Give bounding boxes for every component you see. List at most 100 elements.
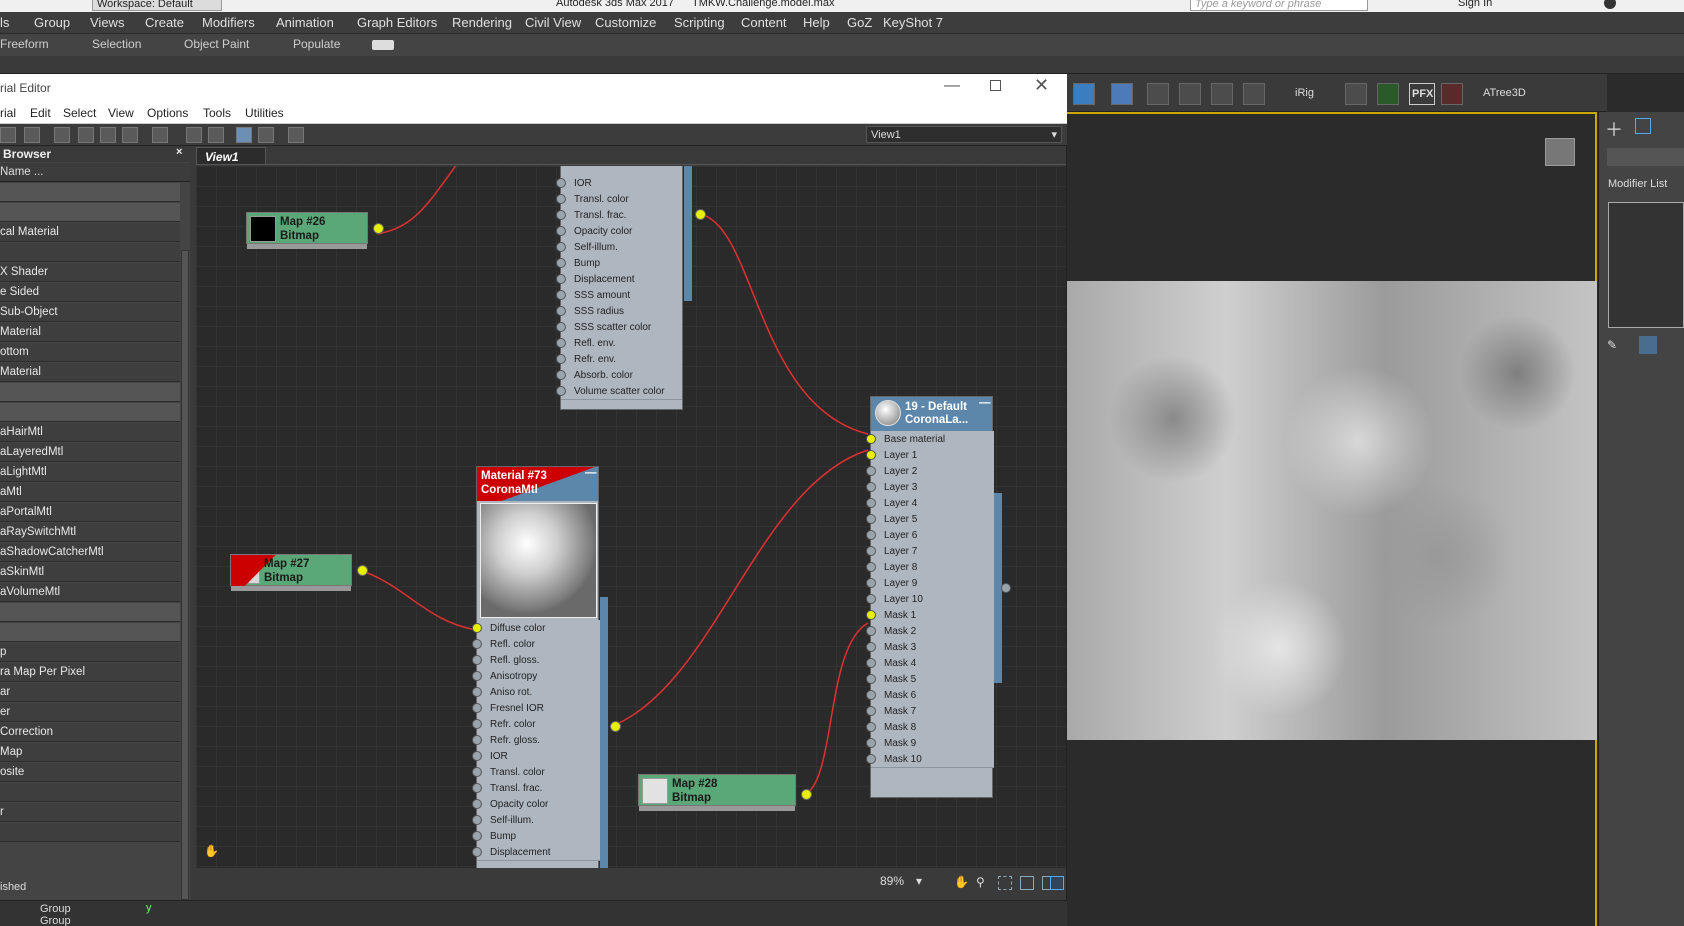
- browser-toggle-icon[interactable]: [236, 127, 252, 143]
- browser-item[interactable]: ra Map Per Pixel: [0, 663, 180, 682]
- node-slot[interactable]: Base material: [866, 431, 994, 448]
- browser-item[interactable]: e Sided: [0, 283, 180, 302]
- browser-scrollbar[interactable]: [181, 250, 189, 900]
- node-slot[interactable]: Layer 2: [866, 463, 994, 480]
- input-socket[interactable]: [556, 306, 566, 316]
- pin-stack-icon[interactable]: ✎: [1607, 338, 1617, 352]
- node-slot[interactable]: Transl. frac.: [472, 780, 600, 797]
- node-slot[interactable]: Bump: [556, 255, 682, 272]
- node-slot[interactable]: Layer 6: [866, 527, 994, 544]
- input-socket[interactable]: [472, 703, 482, 713]
- node-slot[interactable]: IOR: [472, 748, 600, 765]
- download-icon[interactable]: [1073, 83, 1095, 105]
- browser-item[interactable]: p: [0, 643, 180, 662]
- object-name-field[interactable]: [1607, 148, 1684, 166]
- show-map-icon[interactable]: [152, 127, 168, 143]
- input-socket[interactable]: [866, 514, 876, 524]
- browser-item[interactable]: aVolumeMtl: [0, 583, 180, 602]
- input-socket[interactable]: [866, 450, 876, 460]
- input-socket[interactable]: [866, 658, 876, 668]
- editor-menu-item[interactable]: Select: [63, 106, 96, 120]
- node-slot[interactable]: Self-illum.: [556, 239, 682, 256]
- node-slot[interactable]: Layer 8: [866, 559, 994, 576]
- browser-item[interactable]: r: [0, 803, 180, 822]
- sign-in-link[interactable]: Sign In: [1458, 0, 1492, 9]
- node-slot[interactable]: Mask 2: [866, 623, 994, 640]
- editor-menu-item[interactable]: Utilities: [245, 106, 284, 120]
- editor-menu-item[interactable]: rial: [0, 106, 16, 120]
- browser-item[interactable]: Correction: [0, 723, 180, 742]
- editor-menu-item[interactable]: View: [108, 106, 134, 120]
- node-map28[interactable]: Map #28 Bitmap: [638, 774, 812, 811]
- node-slot[interactable]: Transl. color: [472, 764, 600, 781]
- menu-item[interactable]: Modifiers: [202, 15, 255, 30]
- node-slot[interactable]: Transl. color: [556, 191, 682, 208]
- input-socket[interactable]: [866, 530, 876, 540]
- input-socket[interactable]: [556, 210, 566, 220]
- input-socket[interactable]: [866, 738, 876, 748]
- menu-item[interactable]: Rendering: [452, 15, 512, 30]
- input-socket[interactable]: [556, 322, 566, 332]
- pfx-button[interactable]: PFX: [1409, 83, 1435, 105]
- input-socket[interactable]: [556, 178, 566, 188]
- node-slot[interactable]: Opacity color: [472, 796, 600, 813]
- input-socket[interactable]: [472, 719, 482, 729]
- node-slot[interactable]: Layer 7: [866, 543, 994, 560]
- menu-item[interactable]: Civil View: [525, 15, 581, 30]
- node-slot[interactable]: Layer 1: [866, 447, 994, 464]
- schematic-icon[interactable]: [1111, 83, 1133, 105]
- node-map27[interactable]: Map #27 Bitmap: [230, 554, 368, 591]
- input-socket[interactable]: [556, 370, 566, 380]
- browser-group-header[interactable]: [0, 623, 180, 642]
- pan-icon[interactable]: ✋: [204, 844, 219, 858]
- node-slot[interactable]: Absorb. color: [556, 367, 682, 384]
- menu-item[interactable]: Help: [803, 15, 830, 30]
- input-socket[interactable]: [866, 482, 876, 492]
- node-slot[interactable]: Layer 3: [866, 479, 994, 496]
- node-slot[interactable]: Mask 4: [866, 655, 994, 672]
- node-slot[interactable]: Displacement: [556, 271, 682, 288]
- node-slot[interactable]: Mask 1: [866, 607, 994, 624]
- node-slot[interactable]: Bump: [472, 828, 600, 845]
- node-slot[interactable]: Layer 9: [866, 575, 994, 592]
- maximize-icon[interactable]: [990, 80, 1001, 91]
- input-socket[interactable]: [472, 847, 482, 857]
- plugin-icon[interactable]: [1441, 83, 1463, 105]
- browser-item[interactable]: Material: [0, 323, 180, 342]
- move-children-icon[interactable]: [54, 127, 70, 143]
- node-slot[interactable]: Fresnel IOR: [472, 700, 600, 717]
- input-socket[interactable]: [866, 626, 876, 636]
- editor-menu-item[interactable]: Tools: [203, 106, 231, 120]
- teapot-icon[interactable]: [1243, 83, 1265, 105]
- menu-item[interactable]: Views: [90, 15, 124, 30]
- ribbon-tab-populate[interactable]: Populate: [293, 37, 340, 51]
- close-icon[interactable]: ✕: [1034, 75, 1049, 96]
- show-end-result-icon[interactable]: [1639, 336, 1657, 354]
- node-slot[interactable]: Mask 9: [866, 735, 994, 752]
- input-socket[interactable]: [866, 498, 876, 508]
- input-socket[interactable]: [866, 754, 876, 764]
- node-slot[interactable]: Refl. color: [472, 636, 600, 653]
- output-socket[interactable]: [695, 209, 706, 220]
- create-tab-icon[interactable]: ＋: [1605, 116, 1623, 142]
- node-slot[interactable]: Mask 8: [866, 719, 994, 736]
- minimize-icon[interactable]: —: [944, 77, 960, 95]
- input-socket[interactable]: [472, 655, 482, 665]
- node-slot[interactable]: Self-illum.: [472, 812, 600, 829]
- input-socket[interactable]: [866, 690, 876, 700]
- node-slot[interactable]: SSS radius: [556, 303, 682, 320]
- input-socket[interactable]: [866, 722, 876, 732]
- close-icon[interactable]: ×: [176, 146, 182, 158]
- node-slot[interactable]: Mask 5: [866, 671, 994, 688]
- zoom-field[interactable]: 89% ▾: [880, 874, 940, 892]
- browser-item[interactable]: aShadowCatcherMtl: [0, 543, 180, 562]
- render-frame-icon[interactable]: [1179, 83, 1201, 105]
- browser-group-header[interactable]: [0, 403, 180, 422]
- modifier-stack[interactable]: [1608, 202, 1684, 328]
- output-socket[interactable]: [610, 721, 621, 732]
- select-by-material-icon[interactable]: [288, 127, 304, 143]
- node-material73[interactable]: Material #73 CoronaMtl — Diffuse color Re…: [472, 466, 608, 868]
- browser-item[interactable]: er: [0, 703, 180, 722]
- browser-item[interactable]: [0, 823, 180, 842]
- browser-group-header[interactable]: [0, 183, 180, 202]
